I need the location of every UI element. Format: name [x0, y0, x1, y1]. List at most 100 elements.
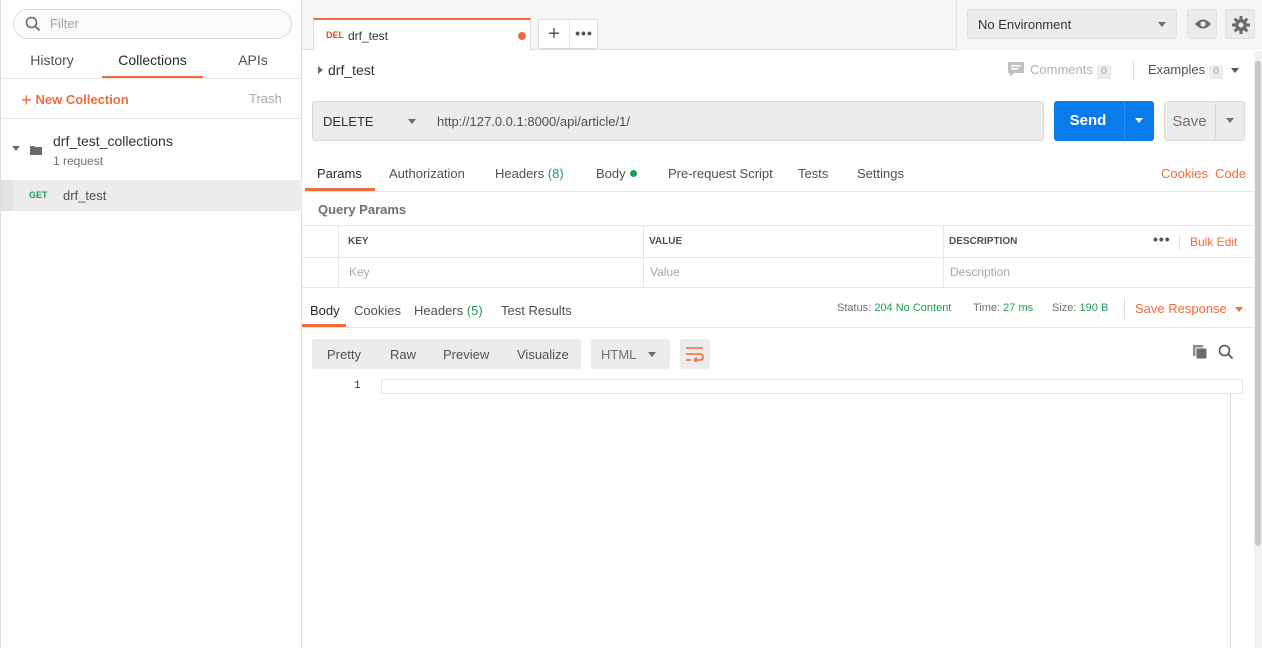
sidebar-tabs: History Collections APIs — [1, 44, 302, 79]
more-icon: ••• — [1153, 231, 1171, 247]
comments-label: Comments — [1030, 62, 1093, 77]
body-indicator-dot — [629, 170, 637, 177]
examples-dropdown[interactable]: Examples 0 — [1148, 62, 1240, 79]
request-title[interactable]: drf_test — [328, 62, 375, 78]
response-tab-headers-label: Headers — [414, 303, 464, 318]
status-readout[interactable]: Status: 204 No Content — [837, 302, 951, 314]
filter-box[interactable] — [13, 9, 292, 39]
environment-quick-look-button[interactable] — [1187, 9, 1217, 39]
format-select[interactable]: HTML — [591, 339, 670, 369]
divider — [1179, 234, 1180, 250]
view-pretty-button[interactable]: Pretty — [327, 347, 361, 362]
request-method-badge: GET — [29, 190, 48, 200]
code-link[interactable]: Code — [1215, 166, 1246, 181]
more-icon: ••• — [575, 25, 593, 41]
tab-params[interactable]: Params — [317, 166, 362, 181]
method-select[interactable]: DELETE — [312, 101, 428, 141]
active-tab-indicator — [302, 324, 346, 327]
request-tab-name: drf_test — [348, 29, 389, 43]
comments-count-badge: 0 — [1096, 65, 1111, 79]
key-input[interactable]: Key — [349, 265, 370, 279]
bulk-edit-link[interactable]: Bulk Edit — [1190, 235, 1237, 249]
chevron-right-icon[interactable] — [318, 66, 323, 74]
request-tab[interactable]: DEL drf_test — [313, 18, 531, 50]
add-tab-button[interactable]: + — [539, 20, 569, 48]
response-editor[interactable] — [381, 379, 1243, 394]
send-label: Send — [1069, 112, 1107, 129]
tab-authorization[interactable]: Authorization — [389, 166, 465, 181]
collection-name: drf_test_collections — [53, 133, 173, 149]
copy-icon[interactable] — [1192, 344, 1208, 363]
response-tabs: Body Cookies Headers (5) Test Results St… — [302, 293, 1254, 328]
environment-area: No Environment — [956, 0, 1262, 50]
description-input[interactable]: Description — [950, 265, 1010, 279]
examples-label: Examples — [1148, 62, 1206, 77]
view-preview-button[interactable]: Preview — [443, 347, 489, 362]
size-readout[interactable]: Size: 190 B — [1052, 302, 1108, 314]
time-label: Time: — [973, 302, 1001, 314]
more-tabs-button[interactable]: ••• — [570, 20, 598, 48]
tab-collections[interactable]: Collections — [102, 44, 203, 78]
tab-headers[interactable]: Headers (8) — [495, 166, 564, 181]
tab-apis[interactable]: APIs — [213, 44, 293, 78]
tab-body[interactable]: Body — [596, 166, 637, 181]
wrap-lines-button[interactable] — [680, 339, 710, 369]
main-scrollbar[interactable] — [1254, 51, 1262, 648]
column-header-description: DESCRIPTION — [949, 236, 1018, 247]
send-button[interactable]: Send — [1054, 101, 1154, 141]
tab-body-label: Body — [596, 166, 626, 181]
size-label: Size: — [1052, 302, 1077, 314]
view-visualize-button[interactable]: Visualize — [517, 347, 569, 362]
settings-button[interactable] — [1225, 9, 1255, 39]
save-options-button[interactable] — [1216, 102, 1245, 140]
search-icon — [25, 16, 41, 35]
comments-button[interactable]: Comments 0 — [1008, 62, 1111, 80]
cookies-link[interactable]: Cookies — [1161, 166, 1208, 181]
plus-icon: + — [548, 23, 560, 45]
chevron-down-icon[interactable] — [12, 146, 20, 151]
response-tab-headers[interactable]: Headers (5) — [414, 303, 483, 318]
divider — [1133, 61, 1134, 81]
scrollbar-thumb[interactable] — [1255, 61, 1261, 546]
save-button[interactable]: Save — [1164, 101, 1245, 141]
url-input[interactable] — [427, 101, 1044, 141]
view-mode-group: Pretty Raw Preview Visualize — [312, 339, 581, 369]
search-icon[interactable] — [1218, 344, 1234, 363]
sidebar: History Collections APIs +New Collection… — [0, 0, 302, 648]
response-tab-test-results[interactable]: Test Results — [501, 303, 572, 318]
tab-actions: + ••• — [538, 19, 598, 49]
unsaved-dot-icon[interactable] — [518, 32, 526, 40]
send-options-button[interactable] — [1125, 101, 1154, 141]
gear-icon — [1231, 15, 1251, 38]
line-number: 1 — [354, 380, 361, 392]
request-tab-method: DEL — [326, 30, 344, 40]
status-value: 204 No Content — [874, 302, 952, 314]
view-raw-button[interactable]: Raw — [390, 347, 416, 362]
editor-scrollbar[interactable] — [1230, 394, 1231, 648]
tab-pre-request-script[interactable]: Pre-request Script — [668, 166, 773, 181]
query-params-more-button[interactable]: ••• — [1153, 231, 1171, 247]
time-readout[interactable]: Time: 27 ms — [973, 302, 1033, 314]
value-input[interactable]: Value — [650, 265, 680, 279]
divider — [1, 118, 302, 119]
response-tab-body[interactable]: Body — [310, 303, 340, 318]
tab-tests[interactable]: Tests — [798, 166, 828, 181]
response-tab-cookies[interactable]: Cookies — [354, 303, 401, 318]
list-item[interactable]: GET drf_test — [1, 180, 302, 211]
request-tabs: Params Authorization Headers (8) Body Pr… — [302, 158, 1254, 192]
tab-settings[interactable]: Settings — [857, 166, 904, 181]
environment-select[interactable]: No Environment — [967, 9, 1177, 39]
time-value: 27 ms — [1003, 302, 1034, 314]
indent-bar — [1, 180, 13, 211]
filter-input[interactable] — [50, 16, 280, 31]
new-collection-button[interactable]: + New Collection — [21, 90, 129, 111]
new-collection-label: New Collection — [35, 92, 129, 107]
column-header-key: KEY — [348, 236, 369, 247]
save-response-button[interactable]: Save Response — [1135, 301, 1243, 316]
plus-icon: + — [21, 90, 32, 110]
trash-link[interactable]: Trash — [249, 91, 282, 106]
chevron-down-icon — [1231, 68, 1240, 73]
collection-item[interactable]: drf_test_collections 1 request — [1, 120, 302, 178]
divider — [1124, 299, 1125, 319]
tab-history[interactable]: History — [11, 44, 93, 78]
